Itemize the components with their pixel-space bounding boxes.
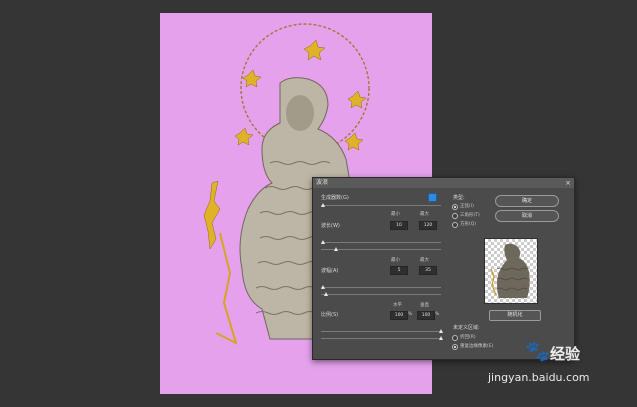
type-triangle-label: 三角形(T) <box>460 213 480 218</box>
wave-dialog: 波浪 × 生成器数(G) 最小 最大 波长(W) 10 120 最小 最大 波幅… <box>312 177 575 360</box>
type-label: 类型: <box>453 195 465 201</box>
wavelength-min-input[interactable]: 10 <box>390 221 408 230</box>
amplitude-max-handle[interactable] <box>324 292 328 296</box>
cancel-button[interactable]: 取消 <box>495 210 559 222</box>
wavelength-min-track[interactable] <box>321 242 441 243</box>
baidu-jingyan-watermark: 🐾 经验 jingyan.baidu.com <box>488 335 608 395</box>
scale-horizontal-track[interactable] <box>321 331 441 332</box>
generators-slider-track[interactable] <box>321 205 441 206</box>
scale-horizontal-label: 水平 <box>393 303 402 308</box>
amplitude-min-handle[interactable] <box>321 285 325 289</box>
watermark-url: jingyan.baidu.com <box>488 371 590 384</box>
type-sine-radio[interactable] <box>452 204 458 210</box>
dialog-titlebar[interactable]: 波浪 × <box>313 178 574 188</box>
scale-vertical-track[interactable] <box>321 338 441 339</box>
randomize-button[interactable]: 随机化 <box>489 310 541 321</box>
scale-vertical-handle[interactable] <box>439 336 443 340</box>
amplitude-max-input[interactable]: 35 <box>419 266 437 275</box>
scale-vertical-label: 垂直 <box>420 303 429 308</box>
close-icon[interactable]: × <box>565 178 571 188</box>
scale-horizontal-handle[interactable] <box>439 329 443 333</box>
wavelength-max-handle[interactable] <box>334 247 338 251</box>
amplitude-max-track[interactable] <box>321 294 441 295</box>
scale-label: 比例(S) <box>321 312 339 318</box>
paw-icon: 🐾 <box>525 339 550 363</box>
wrap-around-label: 折回(R) <box>460 335 476 340</box>
generators-slider-handle[interactable] <box>321 203 325 207</box>
type-triangle-radio[interactable] <box>452 213 458 219</box>
wavelength-max-input[interactable]: 120 <box>419 221 437 230</box>
undefined-areas-label: 未定义区域: <box>453 325 480 331</box>
dialog-title: 波浪 <box>316 179 329 186</box>
ok-button[interactable]: 确定 <box>495 195 559 207</box>
amplitude-min-track[interactable] <box>321 287 441 288</box>
scale-v-percent: % <box>435 312 440 317</box>
wrap-around-radio[interactable] <box>452 335 458 341</box>
amplitude-min-label: 最小 <box>391 258 400 263</box>
scale-horizontal-input[interactable]: 100 <box>390 311 408 320</box>
scale-vertical-input[interactable]: 100 <box>417 311 435 320</box>
type-sine-label: 正弦(I) <box>460 204 474 209</box>
wavelength-min-label: 最小 <box>391 212 400 217</box>
type-square-label: 方形(Q) <box>460 222 477 227</box>
wavelength-label: 波长(W) <box>321 223 340 229</box>
amplitude-min-input[interactable]: 5 <box>390 266 408 275</box>
generators-value-field[interactable] <box>428 193 437 202</box>
amplitude-label: 波幅(A) <box>321 268 339 274</box>
wavelength-min-handle[interactable] <box>321 240 325 244</box>
watermark-brand: 经验 <box>550 345 581 363</box>
generators-label: 生成器数(G) <box>321 195 349 201</box>
repeat-edge-radio[interactable] <box>452 344 458 350</box>
scale-h-percent: % <box>408 312 413 317</box>
amplitude-max-label: 最大 <box>420 258 429 263</box>
preview-statue-image <box>490 243 530 298</box>
type-square-radio[interactable] <box>452 222 458 228</box>
wavelength-max-label: 最大 <box>420 212 429 217</box>
preview-thumbnail <box>484 238 538 304</box>
wavelength-max-track[interactable] <box>321 249 441 250</box>
